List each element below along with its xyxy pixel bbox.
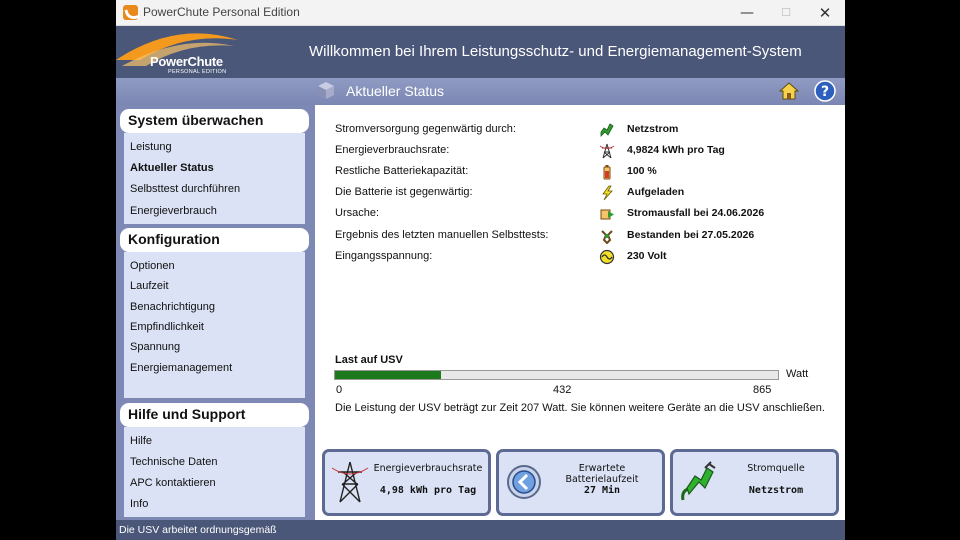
card-battery-runtime[interactable]: Erwartete Batterielaufzeit 27 Min xyxy=(496,449,665,516)
power-tower-icon xyxy=(331,461,369,503)
status-bar-text: Die USV arbeitet ordnungsgemäß xyxy=(119,524,277,536)
sidebar: System überwachen Leistung Aktueller Sta… xyxy=(116,105,315,520)
section-title: System überwachen xyxy=(128,112,264,128)
card-power-source[interactable]: Stromquelle Netzstrom xyxy=(670,449,839,516)
status-label: Eingangsspannung: xyxy=(335,250,433,262)
load-title: Last auf USV xyxy=(335,354,403,366)
sidebar-item-energieverbrauch[interactable]: Energieverbrauch xyxy=(130,205,217,217)
battery-icon xyxy=(603,165,611,180)
home-icon[interactable] xyxy=(779,81,799,101)
card-energy-rate[interactable]: Energieverbrauchsrate 4,98 kWh pro Tag xyxy=(322,449,491,516)
sidebar-item-selbsttest[interactable]: Selbsttest durchführen xyxy=(130,183,240,195)
header-banner: PowerChute PERSONAL EDITION Willkommen b… xyxy=(116,26,845,78)
status-label: Restliche Batteriekapazität: xyxy=(335,165,469,177)
maximize-button[interactable]: ☐ xyxy=(771,3,801,23)
status-label: Stromversorgung gegenwärtig durch: xyxy=(335,123,516,135)
card-value: 4,98 kWh pro Tag xyxy=(379,485,477,496)
sidebar-item-optionen[interactable]: Optionen xyxy=(130,260,175,272)
sidebar-item-benachrichtigung[interactable]: Benachrichtigung xyxy=(130,301,215,313)
card-value: Netzstrom xyxy=(748,485,804,496)
sidebar-item-hilfe[interactable]: Hilfe xyxy=(130,435,152,447)
app-logo-icon xyxy=(123,5,138,20)
load-bar-fill xyxy=(335,371,441,379)
page-header: Aktueller Status ? xyxy=(116,78,845,105)
status-value: Bestanden bei 27.05.2026 xyxy=(627,229,755,241)
power-tower-icon xyxy=(599,143,615,159)
sidebar-item-apc-kontaktieren[interactable]: APC kontaktieren xyxy=(130,477,216,489)
ups-box-icon xyxy=(318,82,334,99)
status-panel: Stromversorgung gegenwärtig durch: Netzs… xyxy=(315,105,845,520)
app-window: PowerChute Personal Edition — ☐ ✕ PowerC… xyxy=(116,0,845,540)
sidebar-item-aktueller-status[interactable]: Aktueller Status xyxy=(130,162,214,174)
svg-text:?: ? xyxy=(821,84,829,100)
power-plug-icon xyxy=(681,461,716,501)
sidebar-section-body: Leistung Aktueller Status Selbsttest dur… xyxy=(124,133,305,224)
load-unit: Watt xyxy=(786,368,809,380)
sidebar-item-empfindlichkeit[interactable]: Empfindlichkeit xyxy=(130,321,204,333)
welcome-title: Willkommen bei Ihrem Leistungsschutz- un… xyxy=(309,43,802,60)
lightning-icon xyxy=(602,185,613,201)
page-title: Aktueller Status xyxy=(346,83,445,99)
help-icon[interactable]: ? xyxy=(814,80,836,102)
window-title: PowerChute Personal Edition xyxy=(143,5,300,19)
sidebar-item-spannung[interactable]: Spannung xyxy=(130,341,180,353)
section-title: Konfiguration xyxy=(128,231,220,247)
sidebar-item-energiemanagement[interactable]: Energiemanagement xyxy=(130,362,232,374)
logo-subtext: PERSONAL EDITION xyxy=(168,69,227,75)
sidebar-item-info[interactable]: Info xyxy=(130,498,148,510)
load-tick-min: 0 xyxy=(336,384,343,396)
status-label: Die Batterie ist gegenwärtig: xyxy=(335,186,473,198)
status-bar: Die USV arbeitet ordnungsgemäß xyxy=(116,520,845,540)
voltage-icon xyxy=(599,249,615,265)
sidebar-section-body: Hilfe Technische Daten APC kontaktieren … xyxy=(124,427,305,517)
load-tick-mid: 432 xyxy=(553,384,572,396)
sidebar-section-body: Optionen Laufzeit Benachrichtigung Empfi… xyxy=(124,252,305,398)
status-value: 4,9824 kWh pro Tag xyxy=(627,144,725,156)
load-bar xyxy=(334,370,779,380)
load-message: Die Leistung der USV beträgt zur Zeit 20… xyxy=(335,402,825,414)
sidebar-item-leistung[interactable]: Leistung xyxy=(130,141,172,153)
outage-icon xyxy=(600,209,614,220)
status-value: Netzstrom xyxy=(627,123,679,135)
status-value: 100 % xyxy=(627,165,657,177)
status-value: Stromausfall bei 24.06.2026 xyxy=(627,207,765,219)
card-title: Energieverbrauchsrate xyxy=(373,463,483,474)
sidebar-section-monitor: System überwachen xyxy=(120,109,309,133)
sidebar-item-technische-daten[interactable]: Technische Daten xyxy=(130,456,217,468)
status-label: Ursache: xyxy=(335,207,380,219)
status-value: Aufgeladen xyxy=(627,186,685,198)
load-tick-max: 865 xyxy=(753,384,772,396)
card-value: 27 Min xyxy=(583,485,621,496)
status-label: Ergebnis des letzten manuellen Selbsttes… xyxy=(335,229,549,241)
title-bar: PowerChute Personal Edition — ☐ ✕ xyxy=(116,0,845,26)
sidebar-item-laufzeit[interactable]: Laufzeit xyxy=(130,280,169,292)
section-title: Hilfe und Support xyxy=(128,406,246,422)
close-button[interactable]: ✕ xyxy=(810,3,840,23)
card-title: Stromquelle xyxy=(747,463,805,474)
card-title: Erwartete Batterielaufzeit xyxy=(565,463,639,485)
clock-arrow-icon xyxy=(507,465,541,499)
sidebar-section-help: Hilfe und Support xyxy=(120,403,309,427)
status-value: 230 Volt xyxy=(627,250,667,262)
status-label: Energieverbrauchsrate: xyxy=(335,144,450,156)
sidebar-section-config: Konfiguration xyxy=(120,228,309,252)
minimize-button[interactable]: — xyxy=(732,3,762,23)
power-plug-icon xyxy=(600,123,614,137)
wrench-icon xyxy=(601,230,613,244)
logo-text: PowerChute xyxy=(150,54,223,69)
